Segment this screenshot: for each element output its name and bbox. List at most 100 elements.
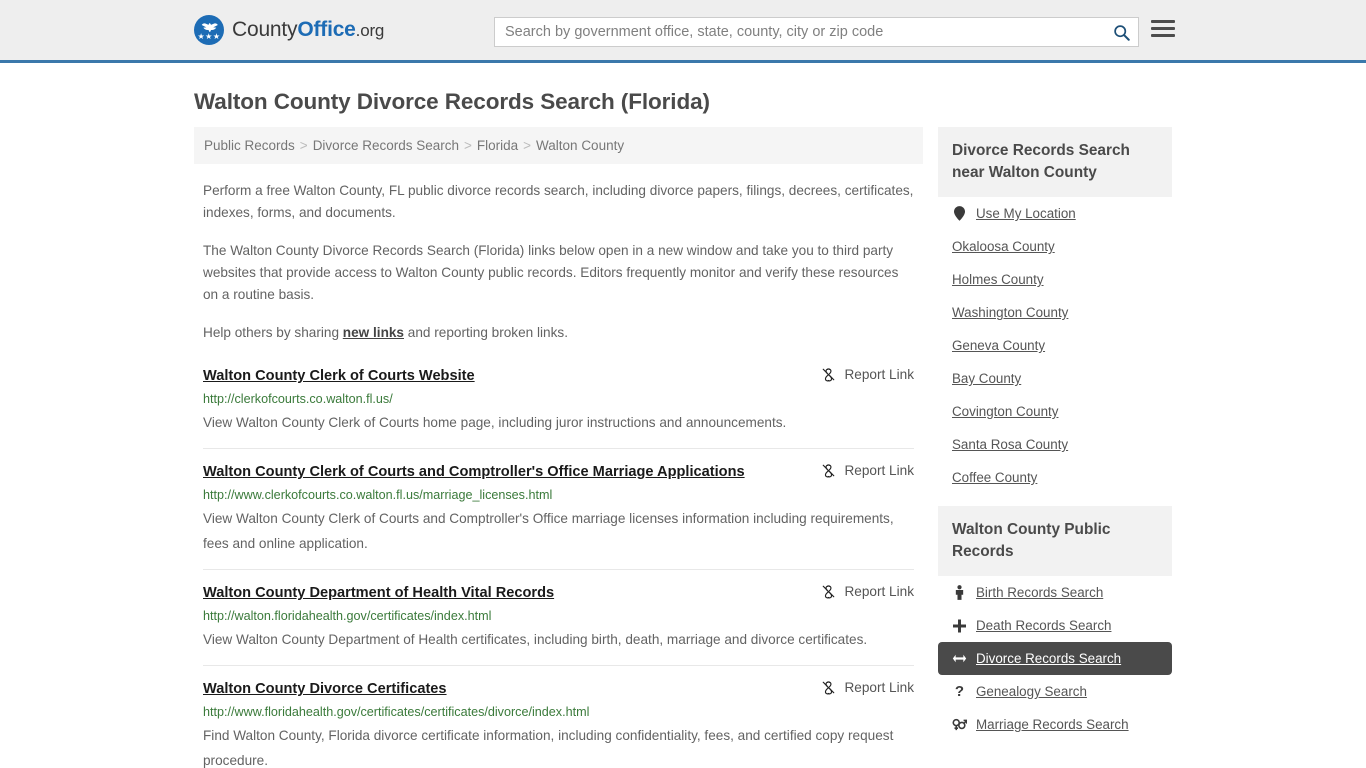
main-column: Public Records > Divorce Records Search > Fl… — [194, 127, 923, 768]
stars-glyph: ★★★ — [197, 31, 221, 41]
sidebar: Divorce Records Search near Walton Count… — [938, 127, 1172, 741]
page-container: Walton County Divorce Records Search (Fl… — [0, 89, 1366, 768]
sidebar-item-label[interactable]: Use My Location — [976, 206, 1076, 221]
sidebar-item-marriage-records-search[interactable]: Marriage Records Search — [938, 708, 1172, 741]
map-pin-icon — [954, 206, 965, 221]
report-link-button[interactable]: Report Link — [821, 366, 914, 382]
search-button[interactable] — [1104, 18, 1138, 46]
intro-section: Perform a free Walton County, FL public … — [194, 180, 923, 344]
sidebar-item-divorce-records-search[interactable]: Divorce Records Search — [938, 642, 1172, 675]
page-title: Walton County Divorce Records Search (Fl… — [194, 89, 710, 114]
result-description: View Walton County Department of Health … — [203, 632, 868, 647]
sidebar-item-label[interactable]: Marriage Records Search — [976, 717, 1129, 732]
hamburger-bar — [1151, 20, 1175, 23]
hamburger-bar — [1151, 34, 1175, 37]
result-description: View Walton County Clerk of Courts and C… — [203, 511, 894, 551]
broken-link-icon — [823, 368, 835, 382]
breadcrumb: Public Records > Divorce Records Search > Fl… — [194, 127, 923, 164]
hamburger-menu-icon[interactable] — [1151, 20, 1175, 37]
report-link-button[interactable]: Report Link — [821, 679, 914, 695]
breadcrumb-item[interactable]: Divorce Records Search — [313, 138, 459, 153]
broken-link-icon — [823, 681, 835, 695]
baby-icon — [955, 585, 964, 600]
sidebar-item-santa-rosa-county[interactable]: Santa Rosa County — [938, 428, 1172, 461]
search-input[interactable] — [495, 19, 1104, 45]
intro-paragraph-1: Perform a free Walton County, FL public … — [203, 183, 914, 220]
sidebar-item-washington-county[interactable]: Washington County — [938, 296, 1172, 329]
result-url: http://walton.floridahealth.gov/certific… — [203, 609, 492, 623]
split-arrows-icon — [952, 654, 967, 663]
breadcrumb-separator: > — [464, 138, 472, 153]
sidebar-item-label[interactable]: Divorce Records Search — [976, 651, 1121, 666]
sidebar-public-records-list: Birth Records Search Death Records Search… — [938, 576, 1172, 741]
gender-symbols-icon — [952, 718, 967, 731]
result-item: Walton County Department of Health Vital… — [203, 583, 914, 666]
result-header: Walton County Clerk of Courts and Comptr… — [203, 462, 914, 482]
sidebar-item-label[interactable]: Geneva County — [952, 338, 1045, 353]
sidebar-item-label[interactable]: Holmes County — [952, 272, 1044, 287]
intro-p3-before: Help others by sharing — [203, 325, 343, 340]
new-links-link[interactable]: new links — [343, 325, 404, 340]
logo-text-org: .org — [355, 21, 385, 40]
sidebar-item-covington-county[interactable]: Covington County — [938, 395, 1172, 428]
result-title-link[interactable]: Walton County Department of Health Vital… — [203, 583, 554, 603]
logo-wordmark: CountyOffice.org — [232, 18, 384, 42]
map-pin-icon — [952, 206, 967, 221]
result-header: Walton County Department of Health Vital… — [203, 583, 914, 603]
intro-paragraph-3: Help others by sharing new links and rep… — [203, 322, 914, 344]
site-logo[interactable]: ★★★ CountyOffice.org — [194, 15, 384, 45]
sidebar-item-label[interactable]: Genealogy Search — [976, 684, 1087, 699]
breadcrumb-separator: > — [523, 138, 532, 153]
sidebar-item-bay-county[interactable]: Bay County — [938, 362, 1172, 395]
sidebar-nearby-heading: Divorce Records Search near Walton Count… — [938, 127, 1172, 197]
sidebar-item-birth-records-search[interactable]: Birth Records Search — [938, 576, 1172, 609]
sidebar-item-genealogy-search[interactable]: ? Genealogy Search — [938, 675, 1172, 708]
report-link-label: Report Link — [844, 463, 914, 478]
split-arrows-icon — [952, 653, 967, 664]
sidebar-item-holmes-county[interactable]: Holmes County — [938, 263, 1172, 296]
breadcrumb-item[interactable]: Walton County — [536, 138, 624, 153]
question-mark-icon: ? — [954, 683, 965, 700]
result-item: Walton County Clerk of Courts and Comptr… — [203, 462, 914, 570]
broken-link-icon — [823, 464, 835, 478]
content-layout: Public Records > Divorce Records Search > Fl… — [194, 127, 1172, 768]
sidebar-item-death-records-search[interactable]: Death Records Search — [938, 609, 1172, 642]
gender-symbols-icon — [952, 718, 967, 731]
sidebar-item-geneva-county[interactable]: Geneva County — [938, 329, 1172, 362]
breadcrumb-separator: > — [299, 138, 308, 153]
hamburger-bar — [1151, 27, 1175, 30]
question-mark-icon: ? — [952, 684, 967, 699]
sidebar-item-label[interactable]: Okaloosa County — [952, 239, 1055, 254]
breadcrumb-item[interactable]: Public Records — [204, 138, 295, 153]
search-box[interactable] — [494, 17, 1139, 47]
result-title-link[interactable]: Walton County Clerk of Courts and Comptr… — [203, 462, 745, 482]
logo-text-county: County — [232, 18, 298, 41]
report-link-label: Report Link — [844, 584, 914, 599]
sidebar-item-label[interactable]: Birth Records Search — [976, 585, 1103, 600]
broken-link-icon — [823, 585, 835, 599]
result-header: Walton County Clerk of Courts Website Rep… — [203, 366, 914, 386]
result-item: Walton County Clerk of Courts Website Rep… — [203, 366, 914, 449]
breadcrumb-item[interactable]: Florida — [477, 138, 518, 153]
sidebar-item-label[interactable]: Bay County — [952, 371, 1021, 386]
result-description: Find Walton County, Florida divorce cert… — [203, 728, 894, 768]
sidebar-item-okaloosa-county[interactable]: Okaloosa County — [938, 230, 1172, 263]
report-link-button[interactable]: Report Link — [821, 583, 914, 599]
result-title-link[interactable]: Walton County Clerk of Courts Website — [203, 366, 475, 386]
result-url: http://www.clerkofcourts.co.walton.fl.us… — [203, 488, 553, 502]
sidebar-nearby-list: Use My Location Okaloosa County Holmes Cou… — [938, 197, 1172, 494]
sidebar-item-label[interactable]: Washington County — [952, 305, 1068, 320]
result-header: Walton County Divorce Certificates Report… — [203, 679, 914, 699]
report-link-button[interactable]: Report Link — [821, 462, 914, 478]
eagle-seal-icon: ★★★ — [194, 15, 224, 45]
sidebar-item-label[interactable]: Santa Rosa County — [952, 437, 1068, 452]
sidebar-item-coffee-county[interactable]: Coffee County — [938, 461, 1172, 494]
sidebar-item-label[interactable]: Coffee County — [952, 470, 1037, 485]
sidebar-item-label[interactable]: Covington County — [952, 404, 1058, 419]
result-url: http://clerkofcourts.co.walton.fl.us/ — [203, 392, 393, 406]
sidebar-item-use-my-location[interactable]: Use My Location — [938, 197, 1172, 230]
result-title-link[interactable]: Walton County Divorce Certificates — [203, 679, 447, 699]
result-description: View Walton County Clerk of Courts home … — [203, 415, 787, 430]
sidebar-item-label[interactable]: Death Records Search — [976, 618, 1111, 633]
